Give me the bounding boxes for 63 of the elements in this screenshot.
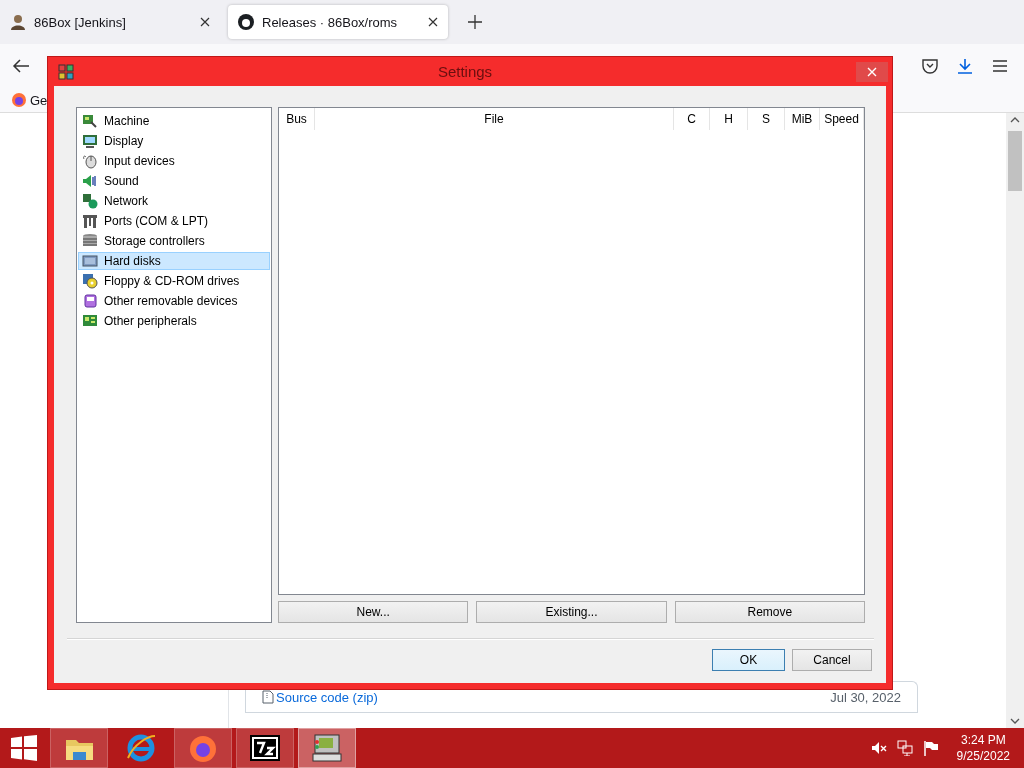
category-item[interactable]: Hard disks [78, 252, 270, 270]
person-icon [10, 14, 26, 30]
plus-icon[interactable] [468, 15, 482, 29]
windows-logo-icon[interactable] [11, 735, 37, 761]
disc-icon [82, 273, 98, 289]
download-icon[interactable] [957, 58, 973, 74]
computer-icon [311, 732, 343, 764]
speaker-icon [82, 173, 98, 189]
category-item[interactable]: Display [78, 132, 270, 150]
column-header[interactable]: S [748, 108, 785, 130]
close-icon [867, 66, 877, 77]
close-button[interactable] [856, 61, 888, 82]
zip-file-icon [262, 690, 274, 704]
flag-icon[interactable] [922, 740, 939, 756]
browser-tab[interactable]: Releases · 86Box/roms [228, 5, 448, 39]
category-item[interactable]: Sound [78, 172, 270, 190]
pocket-icon[interactable] [922, 58, 938, 74]
disk-stack-icon [82, 233, 98, 249]
column-header[interactable]: MiB [785, 108, 820, 130]
scroll-down-icon[interactable] [1010, 718, 1020, 724]
category-item[interactable]: Storage controllers [78, 232, 270, 250]
clock-time: 3:24 PM [960, 732, 1006, 748]
bookmark-link[interactable]: Ge [30, 92, 48, 108]
monitor-icon [82, 133, 98, 149]
browser-tab[interactable]: 86Box [Jenkins] [0, 5, 220, 39]
category-item[interactable]: Network [78, 192, 270, 210]
column-header[interactable]: H [710, 108, 748, 130]
asset-link[interactable]: Source code (zip) [276, 689, 378, 705]
column-header[interactable]: File [315, 108, 674, 130]
category-item[interactable]: Ports (COM & LPT) [78, 212, 270, 230]
action-button[interactable]: Existing... [476, 601, 667, 623]
category-item[interactable]: Floppy & CD-ROM drives [78, 272, 270, 290]
dialog-button[interactable]: Cancel [792, 649, 872, 671]
category-list[interactable]: Machine Display Input devices Sound Network Ports (COM & LPT) Storage controllers Hard disks Floppy & CD-ROM drives Other removable devices Other peripherals [76, 107, 272, 623]
back-arrow-icon[interactable] [12, 59, 30, 73]
category-item[interactable]: Input devices [78, 152, 270, 170]
category-item[interactable]: Other peripherals [78, 312, 270, 330]
ok-button[interactable]: OK [712, 649, 785, 671]
asset-date: Jul 30, 2022 [830, 689, 901, 705]
scrollbar-thumb[interactable] [1008, 130, 1022, 191]
speaker-muted-icon[interactable] [870, 740, 887, 756]
clock[interactable]: 3:24 PM 9/25/2022 [956, 732, 1010, 764]
action-button[interactable]: Remove [674, 601, 865, 623]
column-header[interactable]: Speed [820, 108, 864, 130]
archive-logo-icon [249, 732, 281, 764]
cartridge-icon [82, 293, 98, 309]
scroll-up-icon[interactable] [1010, 117, 1020, 123]
column-header[interactable]: C [674, 108, 710, 130]
category-item[interactable]: Other removable devices [78, 292, 270, 310]
column-header[interactable]: Bus [279, 108, 315, 130]
fox-logo-icon [12, 93, 26, 107]
card-icon [82, 313, 98, 329]
window-title: Settings [436, 63, 494, 80]
close-icon[interactable] [428, 17, 438, 27]
taskbar-app[interactable] [236, 728, 294, 768]
app-logo-icon [58, 63, 74, 80]
close-icon[interactable] [200, 17, 210, 27]
e-logo-icon [125, 732, 157, 764]
menu-icon[interactable] [993, 60, 1007, 72]
category-item[interactable]: Machine [78, 112, 270, 130]
clock-date: 9/25/2022 [956, 748, 1010, 764]
mouse-icon [82, 153, 98, 169]
action-button[interactable]: New... [278, 601, 469, 623]
